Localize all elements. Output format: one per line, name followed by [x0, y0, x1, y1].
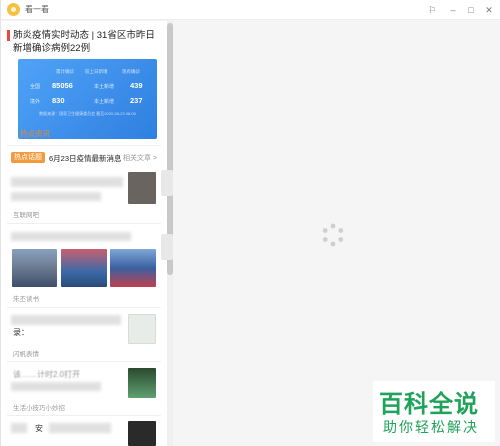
- feed-thumbnail: [61, 249, 107, 287]
- feed-source: 生活小技巧小妙招: [13, 405, 65, 412]
- blurred-text: [11, 232, 131, 241]
- stats-column-header: 较上日新增: [85, 69, 108, 74]
- stats-column-header: 累计确诊: [56, 69, 74, 74]
- feed-text: 安: [35, 424, 43, 433]
- stats-value: 830: [52, 96, 65, 105]
- feed-thumbnail: [128, 421, 156, 446]
- stats-value: 85056: [52, 81, 73, 90]
- stats-sub-label: 本土新增: [94, 99, 115, 105]
- loading-spinner-icon: [322, 223, 344, 247]
- feed-thumbnail: [110, 249, 156, 287]
- window-title: 看一看: [25, 5, 49, 14]
- maximize-button[interactable]: □: [464, 3, 478, 17]
- watermark-title: 百科全说: [379, 391, 479, 418]
- app-logo-icon: [7, 3, 20, 16]
- blurred-text: [11, 315, 121, 325]
- divider: [7, 223, 161, 224]
- feed-thumbnail: [128, 172, 156, 204]
- blurred-text: [11, 423, 27, 433]
- headline-accent: [7, 30, 10, 41]
- blurred-text: [11, 177, 123, 187]
- hot-news-link[interactable]: 热点资讯: [20, 128, 50, 139]
- blurred-text: [11, 192, 101, 201]
- divider: [7, 307, 161, 308]
- topic-title: 6月23日疫情最新消息: [49, 154, 122, 163]
- close-button[interactable]: ✕: [482, 3, 496, 17]
- watermark: 百科全说 助你轻松解决: [373, 381, 495, 442]
- collapse-tab[interactable]: [161, 170, 173, 196]
- related-articles-link[interactable]: 相关文章 >: [123, 153, 157, 163]
- feed-text: 录：: [13, 328, 29, 337]
- blurred-text: [11, 382, 101, 391]
- minimize-button[interactable]: –: [446, 3, 460, 17]
- topic-row[interactable]: 热点话题 6月23日疫情最新消息 相关文章 >: [11, 152, 161, 164]
- app-window: 看一看 ⚐ – □ ✕ 肺炎疫情实时动态 | 31省区市昨日新增确诊病例22例 …: [0, 0, 500, 446]
- stats-row-label: 境外: [30, 99, 41, 105]
- watermark-subtitle: 助你轻松解决: [383, 419, 479, 435]
- stats-row-label: 全国: [30, 84, 41, 90]
- feed-thumbnail: [128, 314, 156, 344]
- stats-value: 439: [130, 81, 143, 90]
- feed-panel: 肺炎疫情实时动态 | 31省区市昨日新增确诊病例22例 累计确诊 较上日新增 现…: [1, 21, 167, 446]
- headline-title[interactable]: 肺炎疫情实时动态 | 31省区市昨日新增确诊病例22例: [13, 29, 161, 55]
- stats-column-header: 现有确诊: [122, 69, 140, 74]
- feed-source: 朱丕读书: [13, 296, 39, 303]
- stats-footer: 数据来源：国家卫生健康委员会 截至2020-06-23 08:00: [39, 111, 136, 116]
- covid-stats-card[interactable]: 累计确诊 较上日新增 现有确诊 全国 85056 本土新增 439 境外 830…: [18, 59, 157, 139]
- divider: [7, 145, 161, 146]
- pin-icon[interactable]: ⚐: [425, 3, 439, 17]
- feed-source: 互联网吧: [13, 212, 39, 219]
- stats-sub-label: 本土新增: [94, 84, 115, 90]
- title-bar: 看一看 ⚐ – □ ✕: [1, 0, 500, 20]
- stats-value: 237: [130, 96, 143, 105]
- feed-thumbnail: [12, 249, 57, 287]
- topic-badge: 热点话题: [11, 152, 45, 163]
- blurred-text: [49, 423, 111, 433]
- divider: [7, 361, 161, 362]
- divider: [7, 415, 161, 416]
- feed-text: 该……计时2.0打开: [13, 370, 81, 379]
- feed-thumbnail: [128, 368, 156, 398]
- feed-source: 闪帆表情: [13, 351, 39, 358]
- collapse-tab[interactable]: [161, 234, 173, 260]
